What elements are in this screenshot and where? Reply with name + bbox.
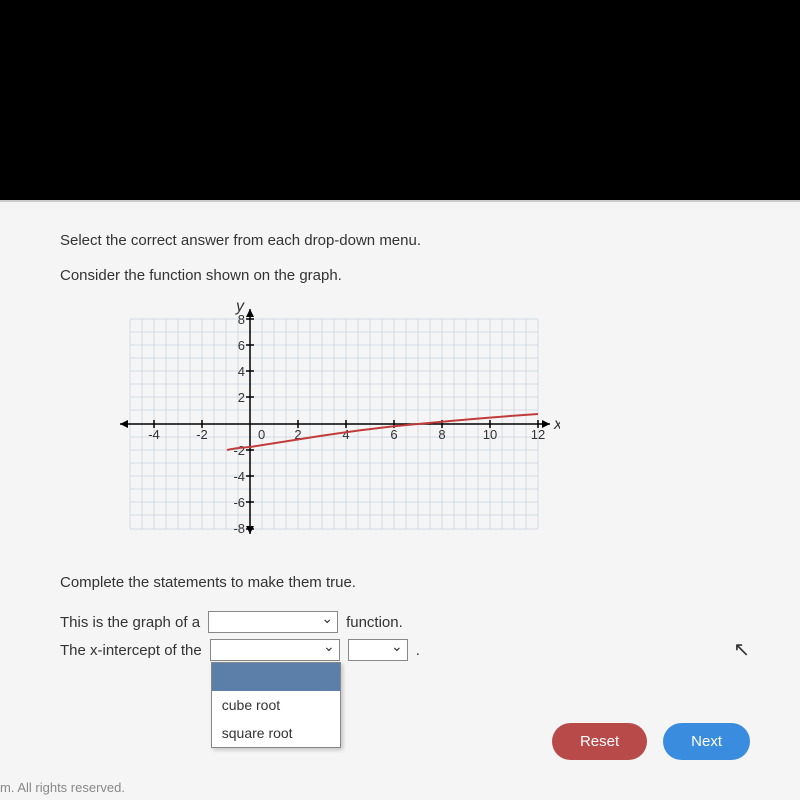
svg-text:-2: -2 xyxy=(196,427,208,442)
dropdown-option-square-root[interactable]: square root xyxy=(212,719,340,747)
svg-text:10: 10 xyxy=(483,427,497,442)
svg-text:0: 0 xyxy=(258,427,265,442)
x-intercept-value-dropdown[interactable] xyxy=(348,639,408,661)
svg-text:-2: -2 xyxy=(233,443,245,458)
svg-text:-4: -4 xyxy=(233,469,245,484)
dropdown-option-cube-root[interactable]: cube root xyxy=(212,691,340,719)
dropdown-menu: cube root square root xyxy=(211,662,341,748)
svg-text:x: x xyxy=(553,416,560,433)
dropdown-option-blank[interactable] xyxy=(212,663,340,691)
footer-text: m. All rights reserved. xyxy=(0,780,125,795)
statement-2: The x-intercept of the cube root square … xyxy=(60,639,770,661)
svg-text:4: 4 xyxy=(238,364,245,379)
function-type-dropdown[interactable] xyxy=(208,611,338,633)
svg-text:12: 12 xyxy=(531,427,545,442)
complete-statement-text: Complete the statements to make them tru… xyxy=(60,574,770,591)
statement-1: This is the graph of a function. xyxy=(60,611,770,633)
svg-text:-8: -8 xyxy=(233,521,245,536)
function-graph: -4-2024681012 8642-2-4-6-8 y x xyxy=(100,299,560,549)
statement-1-pre: This is the graph of a xyxy=(60,614,200,631)
period: . xyxy=(416,642,420,659)
next-button[interactable]: Next xyxy=(663,723,750,760)
reset-button[interactable]: Reset xyxy=(552,723,647,760)
svg-text:6: 6 xyxy=(238,338,245,353)
svg-text:8: 8 xyxy=(438,427,445,442)
svg-text:4: 4 xyxy=(342,427,349,442)
x-intercept-dropdown[interactable]: cube root square root xyxy=(210,639,340,661)
svg-text:-6: -6 xyxy=(233,495,245,510)
statement-1-post: function. xyxy=(346,614,403,631)
button-row: Reset Next xyxy=(552,723,750,760)
svg-text:2: 2 xyxy=(238,390,245,405)
svg-text:6: 6 xyxy=(390,427,397,442)
statement-2-pre: The x-intercept of the xyxy=(60,642,202,659)
graph-container: -4-2024681012 8642-2-4-6-8 y x xyxy=(100,299,770,554)
svg-text:-4: -4 xyxy=(148,427,160,442)
consider-text: Consider the function shown on the graph… xyxy=(60,267,770,284)
cursor-icon: ↖ xyxy=(733,637,750,662)
top-black-bar xyxy=(0,0,800,200)
instruction-text: Select the correct answer from each drop… xyxy=(60,232,770,249)
svg-text:y: y xyxy=(235,299,245,315)
content-area: Select the correct answer from each drop… xyxy=(0,200,800,800)
